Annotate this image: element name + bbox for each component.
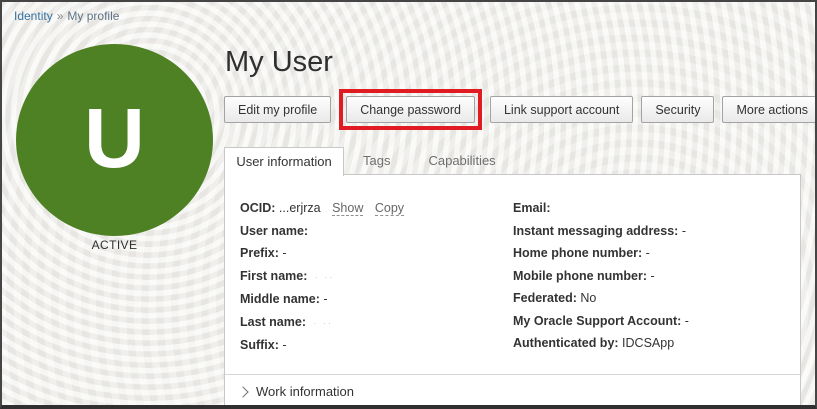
page-title: My User [225, 46, 333, 79]
field-authenticated-by-value: IDCSApp [622, 336, 674, 350]
field-suffix-value: - [282, 338, 286, 352]
ocid-show-link[interactable]: Show [332, 201, 363, 216]
field-instant-messaging-label: Instant messaging address: [513, 224, 678, 238]
avatar-initial: U [84, 96, 145, 180]
field-federated-value: No [580, 291, 596, 305]
field-email: Email: [513, 201, 785, 215]
more-actions-label: More actions [736, 103, 808, 117]
tab-tags[interactable]: Tags [344, 147, 409, 175]
fields-right-column: Email: Instant messaging address: - Home… [513, 201, 785, 361]
security-button[interactable]: Security [641, 96, 714, 123]
field-suffix: Suffix: - [240, 338, 513, 352]
more-actions-button[interactable]: More actions [722, 96, 817, 123]
my-profile-page: Identity »My profile U ACTIVE My User Edi… [0, 0, 817, 409]
field-home-phone-value: - [646, 246, 650, 260]
user-information-content: OCID: ...erjrza Show Copy User name: Pre… [225, 175, 800, 375]
field-oracle-support-label: My Oracle Support Account: [513, 314, 681, 328]
field-email-label: Email: [513, 201, 551, 215]
field-home-phone: Home phone number: - [513, 246, 785, 260]
field-ocid-label: OCID: [240, 201, 275, 215]
field-mobile-phone-label: Mobile phone number: [513, 269, 647, 283]
field-first-name-value [311, 269, 335, 283]
field-last-name-label: Last name: [240, 315, 306, 329]
field-user-name-label: User name: [240, 224, 308, 238]
field-ocid-value: ...erjrza [279, 201, 321, 215]
field-mobile-phone: Mobile phone number: - [513, 269, 785, 283]
field-instant-messaging: Instant messaging address: - [513, 224, 785, 238]
red-highlight-annotation: Change password [339, 89, 482, 130]
tab-user-information[interactable]: User information [224, 147, 344, 176]
field-prefix-value: - [282, 246, 286, 260]
status-badge: ACTIVE [16, 238, 213, 252]
field-last-name: Last name: [240, 315, 513, 330]
ocid-copy-link[interactable]: Copy [375, 201, 404, 216]
breadcrumb-separator: » [57, 9, 64, 23]
field-user-name: User name: [240, 224, 513, 238]
field-oracle-support-value: - [685, 314, 689, 328]
toolbar: Edit my profile Change password Link sup… [224, 89, 817, 130]
field-home-phone-label: Home phone number: [513, 246, 642, 260]
field-middle-name-value: - [323, 292, 327, 306]
chevron-right-icon [237, 386, 248, 397]
field-prefix-label: Prefix: [240, 246, 279, 260]
user-information-panel: OCID: ...erjrza Show Copy User name: Pre… [224, 174, 801, 407]
field-suffix-label: Suffix: [240, 338, 279, 352]
field-prefix: Prefix: - [240, 246, 513, 260]
breadcrumb: Identity »My profile [14, 9, 119, 23]
field-oracle-support: My Oracle Support Account: - [513, 314, 785, 328]
field-instant-messaging-value: - [682, 224, 686, 238]
breadcrumb-identity-link[interactable]: Identity [14, 9, 53, 23]
tab-capabilities[interactable]: Capabilities [409, 147, 514, 175]
field-last-name-value [309, 315, 333, 329]
field-first-name-label: First name: [240, 269, 307, 283]
field-first-name: First name: [240, 269, 513, 284]
fields-left-column: OCID: ...erjrza Show Copy User name: Pre… [240, 201, 513, 361]
tab-bar: User information Tags Capabilities [224, 147, 515, 175]
section-divider [225, 374, 800, 375]
work-information-label: Work information [256, 384, 354, 399]
field-ocid: OCID: ...erjrza Show Copy [240, 201, 513, 215]
link-support-account-button[interactable]: Link support account [490, 96, 633, 123]
work-information-toggle[interactable]: Work information [239, 384, 354, 399]
edit-my-profile-button[interactable]: Edit my profile [224, 96, 331, 123]
field-middle-name: Middle name: - [240, 292, 513, 306]
field-federated: Federated: No [513, 291, 785, 305]
field-mobile-phone-value: - [651, 269, 655, 283]
breadcrumb-current: My profile [67, 9, 119, 23]
field-federated-label: Federated: [513, 291, 577, 305]
user-avatar: U [16, 44, 213, 236]
field-middle-name-label: Middle name: [240, 292, 320, 306]
field-authenticated-by: Authenticated by: IDCSApp [513, 336, 785, 350]
field-authenticated-by-label: Authenticated by: [513, 336, 619, 350]
change-password-button[interactable]: Change password [346, 96, 475, 123]
